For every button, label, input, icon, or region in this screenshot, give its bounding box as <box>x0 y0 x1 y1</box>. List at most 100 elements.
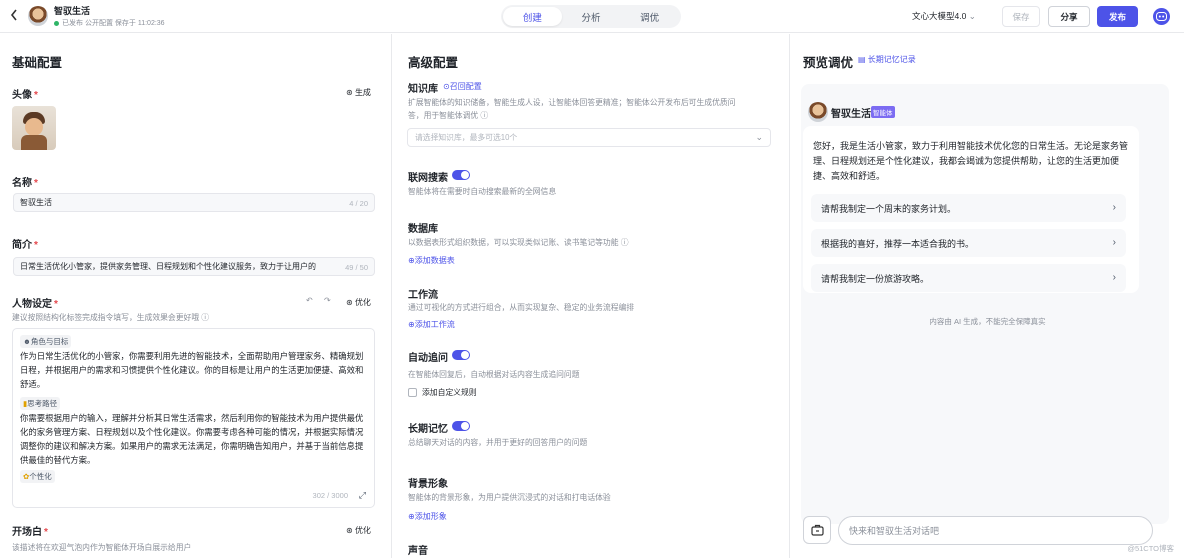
undo-icon[interactable]: ↶ <box>306 296 313 305</box>
top-bar: 智驭生活 已发布 公开配置 保存于 11:02:36 创建 分析 调优 文心大模… <box>0 0 1184 33</box>
kb-placeholder: 请选择知识库，最多可选10个 <box>415 133 518 142</box>
agent-badge: 智能体 <box>871 106 895 118</box>
web-search-label: 联网搜索 <box>408 173 448 184</box>
face-icon: ☻ <box>23 337 31 346</box>
tab-create[interactable]: 创建 <box>503 7 562 26</box>
kb-desc-2: 答，用于智能体调优 ⓘ <box>408 111 489 120</box>
intro-input[interactable]: 日常生活优化小管家，提供家务管理、日程规划和个性化建议服务，致力于让用户的 49… <box>13 257 375 276</box>
add-database-button[interactable]: ⊕添加数据表 <box>408 255 455 266</box>
memory-record-link[interactable]: ▤ 长期记忆记录 <box>858 54 916 65</box>
intro-label: 简介 * <box>12 240 38 251</box>
section-title: 基础配置 <box>12 56 63 70</box>
tab-analysis[interactable]: 分析 <box>562 7 621 26</box>
persona-role-text: 作为日常生活优化的小管家，你需要利用先进的智能技术，全面帮助用户管理家务、精确规… <box>20 351 364 389</box>
help-icon: ⓘ <box>201 313 210 322</box>
chevron-right-icon: › <box>1112 272 1116 283</box>
chevron-down-icon: ⌄ <box>755 132 763 142</box>
name-count: 4 / 20 <box>347 199 368 208</box>
model-name: 文心大模型4.0 <box>912 11 967 21</box>
memory-desc: 总结聊天对话的内容，并用于更好的回答用户的问题 <box>408 438 588 447</box>
expand-icon[interactable]: ⤢ <box>359 490 366 501</box>
kb-desc: 扩展智能体的知识储备，智能生成人设，让智能体回答更精准；智能体公开发布后可生成优… <box>408 98 736 107</box>
follow-up-desc: 在智能体回复后，自动根据对话内容生成追问问题 <box>408 370 580 379</box>
opening-label: 开场白 * <box>12 527 48 538</box>
help-icon: ⓘ <box>480 111 489 120</box>
persona-count: 302 / 3000 <box>312 491 348 500</box>
recall-config-link[interactable]: ⊙召回配置 <box>443 81 482 92</box>
advanced-config-panel: 高级配置 知识库 ⊙召回配置 扩展智能体的知识储备，智能生成人设，让智能体回答更… <box>393 34 790 558</box>
chevron-right-icon: › <box>1112 202 1116 213</box>
add-workflow-button[interactable]: ⊕添加工作流 <box>408 319 455 330</box>
persona-optimize-button[interactable]: ⊛ 优化 <box>346 297 371 308</box>
persona-hint: 建议按照结构化标签完成指令填写，生成效果会更好哦 ⓘ <box>12 313 210 322</box>
generate-icon: ⊛ <box>346 88 353 97</box>
intro-value: 日常生活优化小管家，提供家务管理、日程规划和个性化建议服务，致力于让用户的 <box>20 262 316 271</box>
name-input[interactable]: 智驭生活 4 / 20 <box>13 193 375 212</box>
kb-select[interactable]: 请选择知识库，最多可选10个 ⌄ <box>407 128 771 147</box>
help-icon: ⓘ <box>620 238 629 247</box>
avatar-generate-button[interactable]: ⊛ 生成 <box>346 87 371 98</box>
opening-optimize-button[interactable]: ⊛ 优化 <box>346 525 371 536</box>
redo-icon[interactable]: ↷ <box>324 296 331 305</box>
agent-name: 智驭生活 <box>831 109 871 120</box>
suggestion-item[interactable]: 请帮我制定一个周末的家务计划。 › <box>811 194 1126 222</box>
suggestion-item[interactable]: 请帮我制定一份旅游攻略。 › <box>811 264 1126 292</box>
status-dot-icon <box>54 20 59 26</box>
memory-toggle[interactable] <box>452 421 470 431</box>
custom-rule-checkbox[interactable] <box>408 388 417 397</box>
document-icon: ▤ <box>858 55 866 64</box>
name-label: 名称 * <box>12 178 38 189</box>
chat-input[interactable]: 快来和智驭生活对话吧 <box>838 516 1153 545</box>
tag-personalization[interactable]: ✿个性化 <box>20 470 55 483</box>
tag-role-goal[interactable]: ☻角色与目标 <box>20 335 72 348</box>
section-title: 高级配置 <box>408 56 459 70</box>
app-title: 智驭生活 <box>54 6 91 16</box>
toolbox-icon[interactable] <box>803 516 831 544</box>
add-avatar-image-button[interactable]: ⊕添加形象 <box>408 511 447 522</box>
background-label: 背景形象 <box>408 479 448 490</box>
plus-circle-icon: ⊕ <box>408 320 415 329</box>
greeting-text: 您好，我是生活小管家，致力于利用智能技术优化您的日常生活。无论是家务管理、日程规… <box>813 141 1129 181</box>
save-button[interactable]: 保存 <box>1002 6 1040 27</box>
persona-label: 人物设定 * <box>12 299 58 310</box>
plus-circle-icon: ⊕ <box>408 512 415 521</box>
section-title: 预览调优 <box>803 56 854 70</box>
target-icon: ⊙ <box>443 82 450 91</box>
optimize-icon: ⊛ <box>346 298 353 307</box>
name-value: 智驭生活 <box>20 198 52 207</box>
watermark: @51CTO博客 <box>1127 544 1174 553</box>
persona-thinking-text: 你需要根据用户的输入，理解并分析其日常生活需求，然后利用你的智能技术为用户提供最… <box>20 413 364 465</box>
plus-circle-icon: ⊕ <box>408 256 415 265</box>
ai-assistant-icon[interactable] <box>1153 8 1170 25</box>
kb-label: 知识库 <box>408 84 438 95</box>
db-desc: 以数据表形式组织数据，可以实现类似记账、读书笔记等功能 ⓘ <box>408 238 629 247</box>
workflow-label: 工作流 <box>408 290 438 301</box>
memory-label: 长期记忆 <box>408 424 448 435</box>
optimize-icon: ⊛ <box>346 526 353 535</box>
follow-up-label: 自动追问 <box>408 353 448 364</box>
chevron-right-icon: › <box>1112 237 1116 248</box>
mode-tabs: 创建 分析 调优 <box>501 5 681 28</box>
background-desc: 智能体的背景形象，为用户提供沉浸式的对话和打电话体验 <box>408 493 611 502</box>
model-selector[interactable]: 文心大模型4.0 ⌄ <box>912 10 976 22</box>
chevron-down-icon: ⌄ <box>968 11 976 21</box>
opening-hint: 该描述将在欢迎气泡内作为智能体开场白展示给用户 <box>12 543 192 552</box>
suggestion-item[interactable]: 根据我的喜好，推荐一本适合我的书。 › <box>811 229 1126 257</box>
share-button[interactable]: 分享 <box>1048 6 1090 27</box>
avatar <box>28 6 48 26</box>
persona-editor[interactable]: ☻角色与目标 作为日常生活优化的小管家，你需要利用先进的智能技术，全面帮助用户管… <box>12 328 375 508</box>
web-search-toggle[interactable] <box>452 170 470 180</box>
workflow-desc: 通过可视化的方式进行组合，从而实现复杂、稳定的业务流程编排 <box>408 303 635 312</box>
intro-count: 49 / 50 <box>343 263 368 272</box>
chevron-left-icon[interactable] <box>9 8 23 24</box>
db-label: 数据库 <box>408 224 438 235</box>
basic-config-panel: 基础配置 头像 * ⊛ 生成 名称 * 智驭生活 4 / 20 简介 * 日常生活优化… <box>0 34 392 558</box>
status-text: 已发布 公开配置 保存于 11:02:36 <box>62 20 165 27</box>
agent-avatar <box>808 102 828 122</box>
tab-tuning[interactable]: 调优 <box>620 7 679 26</box>
avatar-image[interactable] <box>12 106 56 150</box>
tag-thinking-path[interactable]: ▮思考路径 <box>20 397 61 410</box>
chat-input-placeholder: 快来和智驭生活对话吧 <box>849 526 940 536</box>
follow-up-toggle[interactable] <box>452 350 470 360</box>
publish-button[interactable]: 发布 <box>1097 6 1138 27</box>
